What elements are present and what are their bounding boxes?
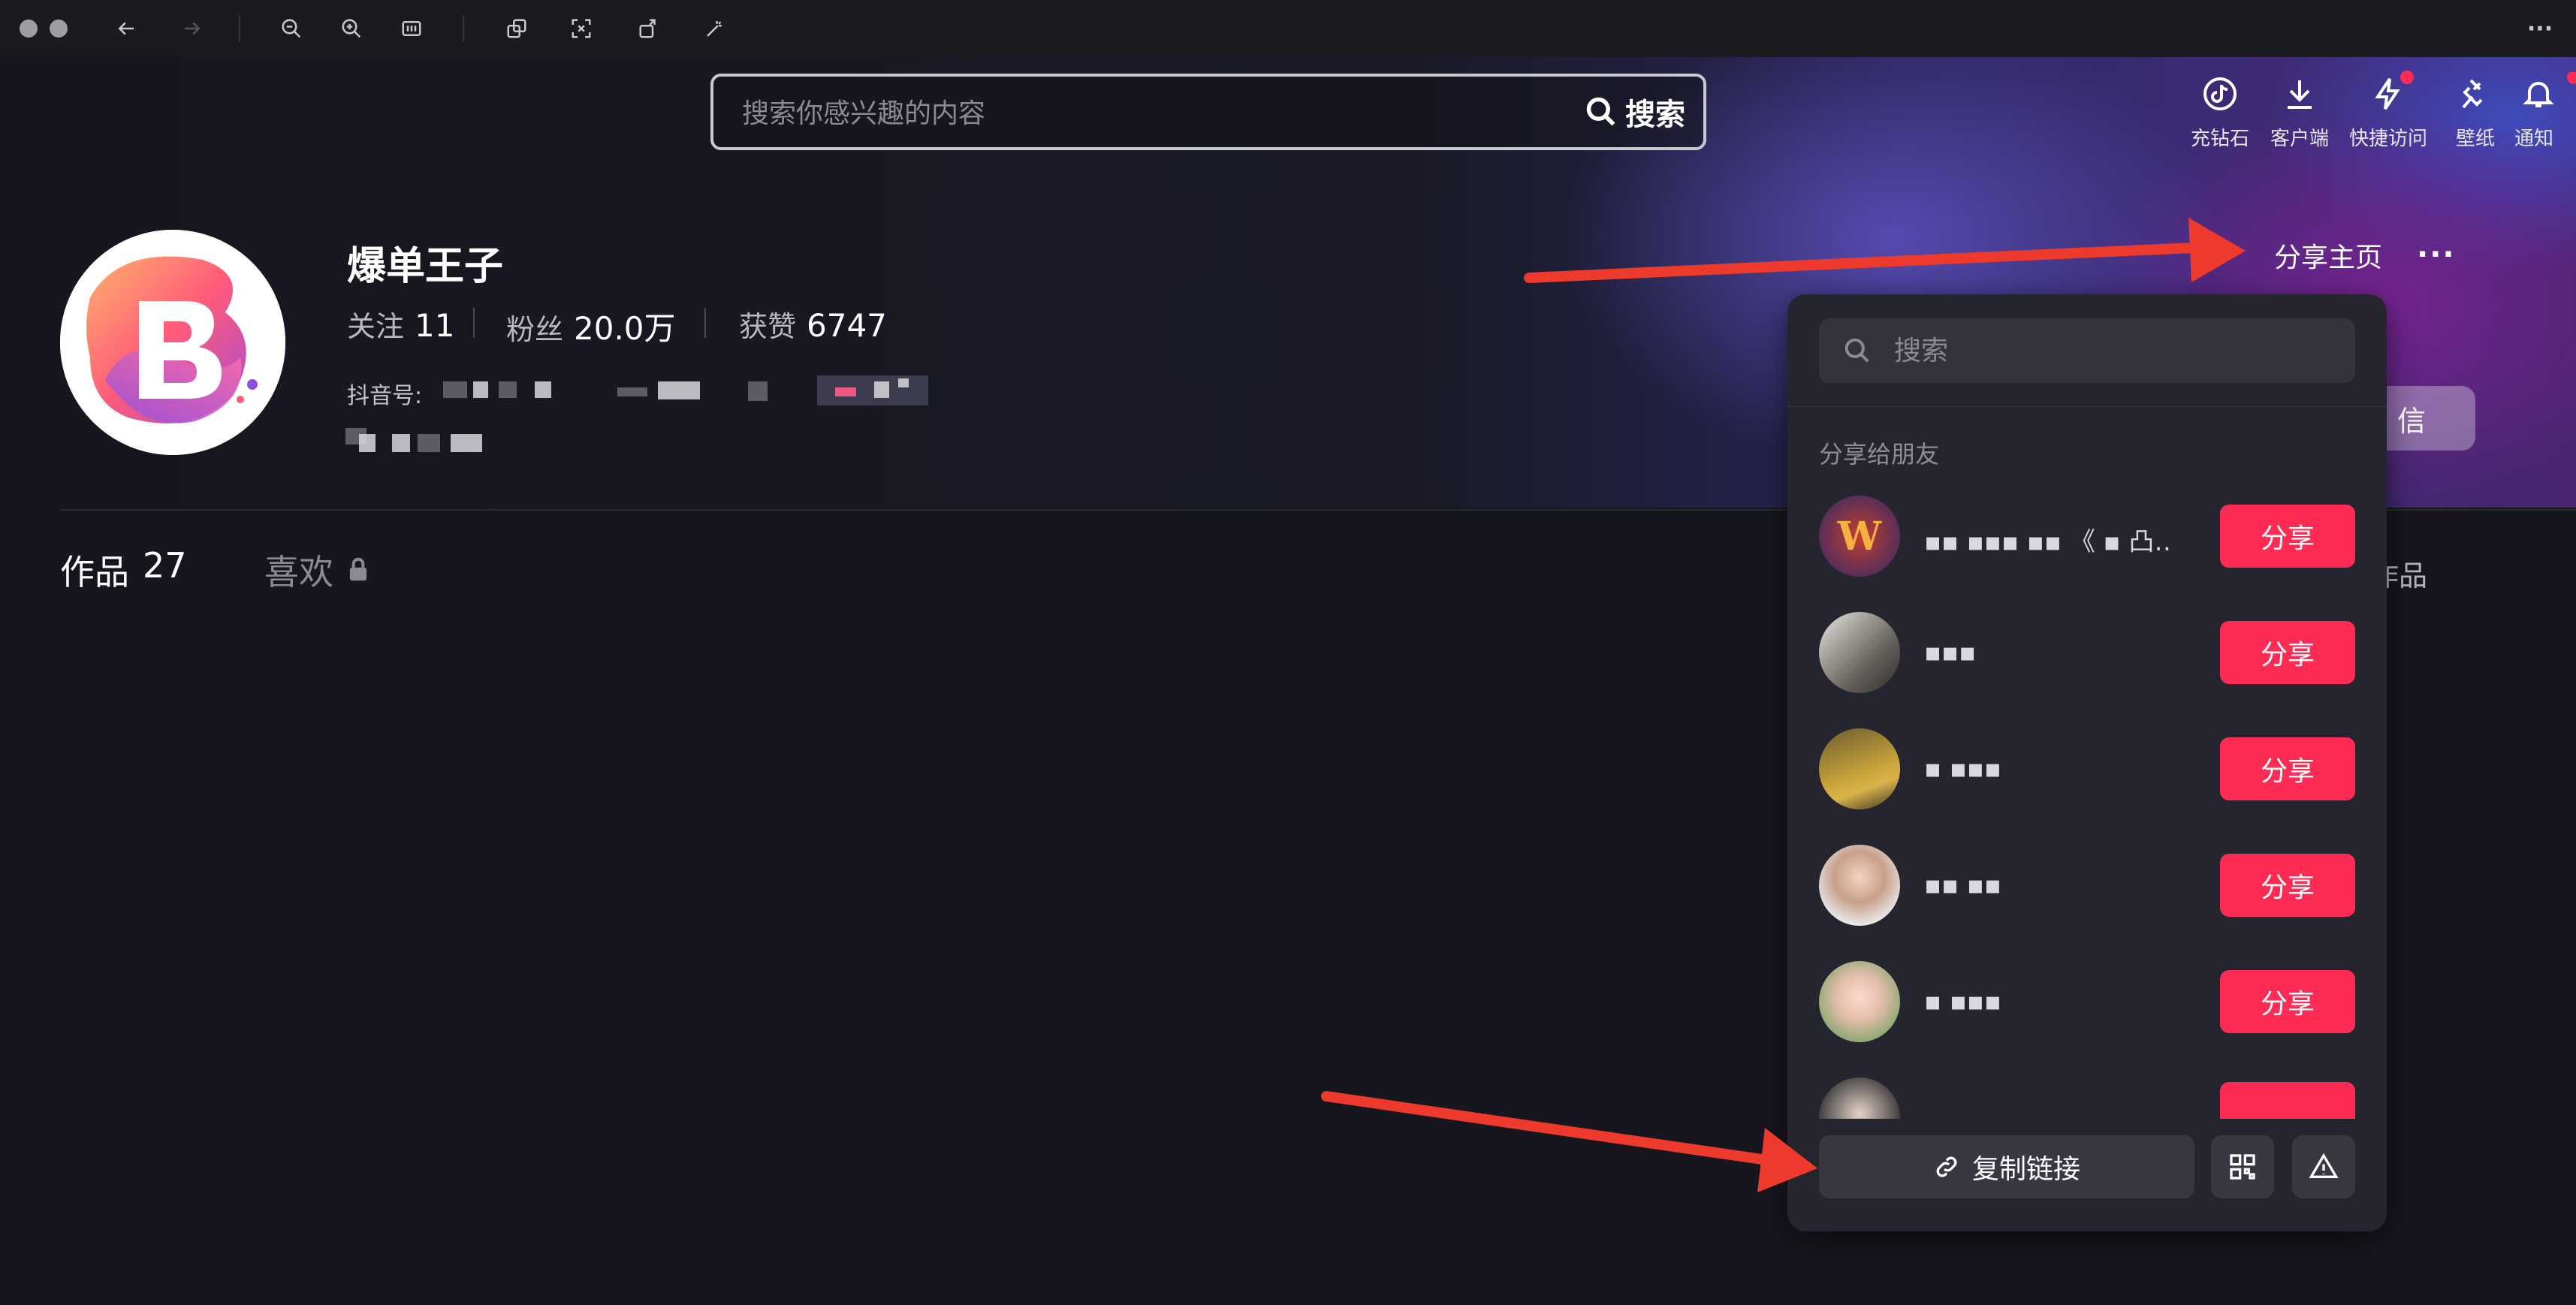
following-label: 关注 — [347, 310, 405, 343]
more-options-button[interactable]: ··· — [2417, 237, 2456, 272]
qr-code-button[interactable] — [2211, 1135, 2274, 1198]
friend-avatar[interactable] — [1819, 612, 1900, 693]
notification-badge — [2400, 71, 2414, 84]
stop-icon[interactable] — [50, 20, 68, 38]
friend-row: ▪▪▪ 分享 — [1819, 612, 2355, 695]
share-button[interactable]: 分享 — [2220, 854, 2355, 917]
followers-count: 20.0万 — [574, 310, 676, 347]
toolbar-divider — [239, 15, 240, 42]
link-icon — [1936, 1156, 1957, 1177]
friend-name: ▪ ▪▪▪ — [1924, 754, 2001, 784]
friend-avatar[interactable] — [1819, 845, 1900, 926]
qr-code-icon — [2230, 1154, 2255, 1180]
report-button[interactable] — [2292, 1135, 2355, 1198]
nav-recharge-label: 充钻石 — [2190, 128, 2249, 150]
nav-quick-access-label: 快捷访问 — [2348, 128, 2427, 150]
close-window-icon[interactable] — [20, 20, 38, 38]
w-logo-icon: W — [1837, 514, 1883, 559]
toolbar-divider — [463, 15, 464, 42]
share-popup: 分享给朋友 W ▪▪ ▪▪▪ ▪▪ 《 ▪ 凸… 分享 ▪▪▪ 分享 ▪ ▪▪▪… — [1787, 294, 2387, 1231]
friend-name: ▪▪ ▪▪ — [1924, 870, 2001, 900]
tab-likes[interactable]: 喜欢 — [264, 545, 373, 595]
tab-works[interactable]: 作品 27 — [60, 545, 187, 595]
svg-text:W: W — [1837, 514, 1883, 559]
friend-avatar[interactable] — [1819, 961, 1900, 1042]
copy-link-button[interactable]: 复制链接 — [1819, 1135, 2194, 1198]
tab-works-count: 27 — [143, 545, 187, 586]
friend-row: ▪ ▪▪▪ 分享 — [1819, 961, 2355, 1044]
search-button[interactable]: 搜索 — [1585, 89, 1685, 135]
forward-arrow-icon[interactable] — [180, 17, 204, 41]
following-count: 11 — [415, 307, 455, 344]
magic-wand-icon[interactable] — [703, 17, 727, 41]
following-stat[interactable]: 关注 11 — [347, 303, 454, 345]
private-message-label: 信 — [2397, 404, 2426, 438]
share-button[interactable]: 分享 — [2220, 621, 2355, 684]
share-button[interactable]: 分享 — [2220, 737, 2355, 800]
lock-icon — [349, 557, 367, 581]
friend-avatar[interactable]: W — [1819, 496, 1900, 577]
nav-wallpaper-label: 壁纸 — [2455, 128, 2495, 150]
friend-search-input[interactable] — [1893, 334, 2316, 367]
nav-recharge[interactable]: 充钻石 — [2175, 72, 2265, 151]
window-toolbar: ··· — [0, 0, 2576, 58]
copy-link-label: 复制链接 — [1971, 1154, 2080, 1185]
nav-quick-access[interactable]: 快捷访问 — [2343, 71, 2433, 151]
followers-label: 粉丝 — [506, 313, 564, 346]
tab-works-label: 作品 — [60, 552, 129, 592]
rotate-icon[interactable] — [637, 17, 661, 41]
nav-wallpaper[interactable]: 壁纸 — [2430, 72, 2520, 151]
search-bar[interactable]: 搜索 — [710, 74, 1706, 150]
search-icon — [1845, 338, 1869, 363]
nav-notifications-label: 通知 — [2514, 128, 2554, 150]
stat-divider — [473, 308, 475, 338]
screenshot-icon[interactable] — [569, 17, 593, 41]
bell-icon — [2523, 82, 2554, 107]
zoom-in-icon[interactable] — [339, 17, 363, 41]
download-icon — [2288, 80, 2312, 109]
douyin-id-label: 抖音号: — [347, 383, 423, 409]
more-options-icon[interactable]: ··· — [2527, 16, 2553, 42]
back-arrow-icon[interactable] — [114, 17, 138, 41]
friend-name: ▪▪ ▪▪▪ ▪▪ 《 ▪ 凸… — [1924, 527, 2172, 557]
zoom-out-icon[interactable] — [279, 17, 303, 41]
search-button-label: 搜索 — [1625, 98, 1685, 132]
nav-notifications[interactable]: 通知 — [2508, 72, 2576, 151]
friend-row: ▪ ▪▪▪ 分享 — [1819, 728, 2355, 811]
likes-stat[interactable]: 获赞 6747 — [739, 303, 887, 345]
likes-received-label: 获赞 — [739, 310, 797, 343]
warning-icon — [2309, 1153, 2339, 1178]
friend-name: ▪ ▪▪▪ — [1924, 987, 2001, 1017]
friend-row: W ▪▪ ▪▪▪ ▪▪ 《 ▪ 凸… 分享 — [1819, 496, 2355, 578]
friend-name: ▪▪▪ — [1924, 637, 1977, 668]
profile-avatar[interactable] — [60, 230, 285, 455]
popup-divider — [1787, 405, 2387, 407]
share-button[interactable]: 分享 — [2220, 505, 2355, 568]
tiktok-coin-icon — [2203, 77, 2237, 110]
share-homepage-button[interactable]: 分享主页 — [2274, 236, 2382, 275]
tab-likes-label: 喜欢 — [264, 552, 333, 592]
actual-size-icon[interactable] — [400, 17, 424, 41]
notification-badge — [2567, 72, 2576, 84]
profile-nickname: 爆单王子 — [347, 244, 504, 289]
stat-divider — [704, 308, 706, 338]
likes-received-count: 6747 — [807, 307, 887, 344]
followers-stat[interactable]: 粉丝 20.0万 — [506, 303, 676, 349]
brand-logo-icon — [60, 230, 285, 455]
friend-row: ▪▪ ▪▪ 分享 — [1819, 845, 2355, 927]
search-input[interactable] — [741, 93, 1480, 134]
nav-client-label: 客户端 — [2270, 128, 2329, 150]
friend-search-bar[interactable] — [1819, 318, 2355, 383]
copy-icon[interactable] — [505, 17, 529, 41]
share-to-friends-heading: 分享给朋友 — [1819, 440, 1940, 469]
search-icon — [1586, 97, 1615, 126]
share-button[interactable]: 分享 — [2220, 970, 2355, 1033]
share-popup-footer: 复制链接 — [1787, 1119, 2387, 1231]
pin-icon — [2462, 79, 2483, 109]
friend-avatar[interactable] — [1819, 728, 1900, 809]
nav-client[interactable]: 客户端 — [2255, 72, 2345, 151]
